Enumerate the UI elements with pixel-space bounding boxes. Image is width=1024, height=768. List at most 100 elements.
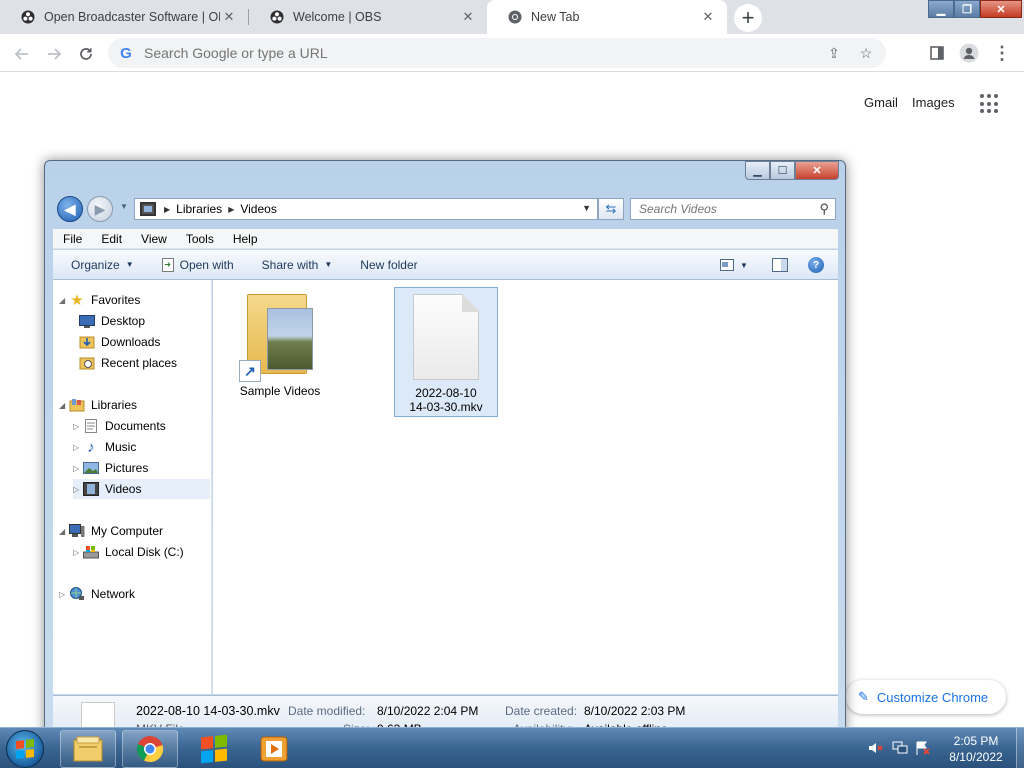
tab-obs-home[interactable]: Open Broadcaster Software | OBS ✕ xyxy=(0,0,248,34)
search-icon[interactable]: ⚲ xyxy=(819,201,829,217)
collapse-triangle-icon[interactable]: ◢ xyxy=(59,401,69,410)
breadcrumb-arrow-icon[interactable]: ▶ xyxy=(228,205,234,214)
show-desktop-button[interactable] xyxy=(1016,728,1024,768)
close-icon[interactable]: ✕ xyxy=(459,8,477,26)
desktop-icon xyxy=(79,314,95,328)
nav-desktop[interactable]: Desktop xyxy=(79,311,145,331)
forward-button[interactable] xyxy=(40,40,68,68)
expand-triangle-icon[interactable]: ▷ xyxy=(73,464,83,473)
open-with-button[interactable]: ➜ Open with xyxy=(161,257,234,272)
nav-videos[interactable]: ▷ Videos xyxy=(73,479,210,499)
organize-button[interactable]: Organize ▼ xyxy=(71,258,134,272)
nav-label: Music xyxy=(105,440,137,454)
breadcrumb-arrow-icon[interactable]: ▶ xyxy=(164,205,170,214)
omnibox[interactable]: G ☆ ⇪ xyxy=(108,38,886,68)
new-tab-button[interactable]: + xyxy=(734,4,762,32)
google-apps-icon[interactable] xyxy=(980,94,1000,114)
expand-triangle-icon[interactable]: ▷ xyxy=(59,590,69,599)
chrome-icon xyxy=(136,736,164,763)
change-view-button[interactable]: ▼ xyxy=(717,256,751,274)
file-item-mkv[interactable]: 2022-08-10 14-03-30.mkv xyxy=(394,287,498,417)
menu-tools[interactable]: Tools xyxy=(176,232,223,246)
breadcrumb-videos[interactable]: Videos xyxy=(240,202,276,216)
computer-icon xyxy=(69,524,85,538)
taskbar-clock[interactable]: 2:05 PM 8/10/2022 xyxy=(938,733,1014,765)
gmail-link[interactable]: Gmail xyxy=(864,95,898,110)
expand-triangle-icon[interactable]: ▷ xyxy=(73,422,83,431)
nav-favorites[interactable]: ◢ ★ Favorites xyxy=(59,290,140,310)
refresh-button[interactable]: ⇆ xyxy=(598,198,624,220)
minimize-button[interactable]: ▁ xyxy=(928,0,954,18)
tab-obs-welcome[interactable]: Welcome | OBS ✕ xyxy=(249,0,487,34)
nav-label: Documents xyxy=(105,419,166,433)
tab-new-tab[interactable]: New Tab ✕ xyxy=(487,0,727,34)
menu-help[interactable]: Help xyxy=(223,232,267,246)
expand-triangle-icon[interactable]: ▷ xyxy=(73,485,83,494)
side-panel-button[interactable] xyxy=(923,39,951,67)
taskbar-windows-media[interactable] xyxy=(186,730,242,768)
omnibox-input[interactable] xyxy=(144,45,744,61)
explorer-minimize-button[interactable]: ▁ xyxy=(745,161,770,180)
nav-recent-places[interactable]: Recent places xyxy=(79,353,177,373)
expand-triangle-icon[interactable]: ▷ xyxy=(73,443,83,452)
reload-button[interactable] xyxy=(72,40,100,68)
network-tray-icon[interactable] xyxy=(892,740,908,756)
nav-music[interactable]: ▷ ♪ Music xyxy=(73,437,136,457)
volume-muted-icon[interactable] xyxy=(868,740,884,756)
nav-pictures[interactable]: ▷ Pictures xyxy=(73,458,148,478)
nav-libraries[interactable]: ◢ Libraries xyxy=(59,395,137,415)
nav-local-disk[interactable]: ▷ Local Disk (C:) xyxy=(73,542,184,562)
item-name: Sample Videos xyxy=(239,384,321,398)
breadcrumb-libraries[interactable]: Libraries xyxy=(176,202,222,216)
close-window-button[interactable]: ✕ xyxy=(980,0,1022,18)
collapse-triangle-icon[interactable]: ◢ xyxy=(59,296,69,305)
action-center-flag-icon[interactable] xyxy=(915,740,931,756)
address-bar[interactable]: ▶ Libraries ▶ Videos ▼ xyxy=(134,198,598,220)
help-button[interactable]: ? xyxy=(805,256,827,274)
taskbar-media-player[interactable] xyxy=(246,730,302,768)
taskbar-chrome[interactable] xyxy=(122,730,178,768)
explorer-back-button[interactable]: ◀ xyxy=(57,196,83,222)
preview-pane-button[interactable] xyxy=(769,256,791,274)
taskbar-explorer[interactable] xyxy=(60,730,116,768)
close-icon[interactable]: ✕ xyxy=(220,8,238,26)
explorer-maximize-button[interactable]: ☐ xyxy=(770,161,795,180)
menu-file[interactable]: File xyxy=(53,232,91,246)
nav-network[interactable]: ▷ Network xyxy=(59,584,135,604)
libraries-icon xyxy=(69,398,85,412)
clock-time: 2:05 PM xyxy=(953,734,999,748)
menu-kebab-icon[interactable]: ⋮ xyxy=(988,39,1016,67)
nav-documents[interactable]: ▷ Documents xyxy=(73,416,166,436)
explorer-window: ▁ ☐ ✕ ◀ ▶ ▼ ▶ Libraries ▶ Videos ▼ ⇆ ⚲ F… xyxy=(44,160,846,740)
address-dropdown-icon[interactable]: ▼ xyxy=(582,203,591,213)
start-button[interactable] xyxy=(6,730,44,768)
folder-item-sample-videos[interactable]: ↗ Sample Videos xyxy=(233,288,327,408)
menu-edit[interactable]: Edit xyxy=(91,232,131,246)
expand-triangle-icon[interactable]: ▷ xyxy=(73,548,83,557)
share-with-button[interactable]: Share with ▼ xyxy=(262,258,333,272)
nav-my-computer[interactable]: ◢ My Computer xyxy=(59,521,163,541)
chrome-icon xyxy=(507,9,523,25)
share-icon[interactable]: ⇪ xyxy=(824,43,844,63)
close-icon[interactable]: ✕ xyxy=(699,8,717,26)
explorer-close-button[interactable]: ✕ xyxy=(795,161,839,180)
search-input[interactable] xyxy=(639,202,809,216)
profile-button[interactable] xyxy=(955,39,983,67)
bookmark-star-icon[interactable]: ☆ xyxy=(856,43,876,63)
customize-chrome-button[interactable]: ✎ Customize Chrome xyxy=(846,680,1006,714)
restore-button[interactable]: ❐ xyxy=(954,0,980,18)
back-button[interactable] xyxy=(8,40,36,68)
menu-view[interactable]: View xyxy=(131,232,176,246)
search-box[interactable]: ⚲ xyxy=(630,198,836,220)
nav-label: Network xyxy=(91,587,136,601)
explorer-forward-button[interactable]: ▶ xyxy=(87,196,113,222)
explorer-window-controls: ▁ ☐ ✕ xyxy=(745,161,839,180)
new-folder-button[interactable]: New folder xyxy=(360,258,417,272)
google-g-icon: G xyxy=(120,44,132,62)
nav-label: Favorites xyxy=(91,293,141,307)
history-dropdown-icon[interactable]: ▼ xyxy=(120,202,128,211)
nav-downloads[interactable]: Downloads xyxy=(79,332,160,352)
collapse-triangle-icon[interactable]: ◢ xyxy=(59,527,69,536)
images-link[interactable]: Images xyxy=(912,95,955,110)
arrow-left-icon xyxy=(14,48,28,60)
